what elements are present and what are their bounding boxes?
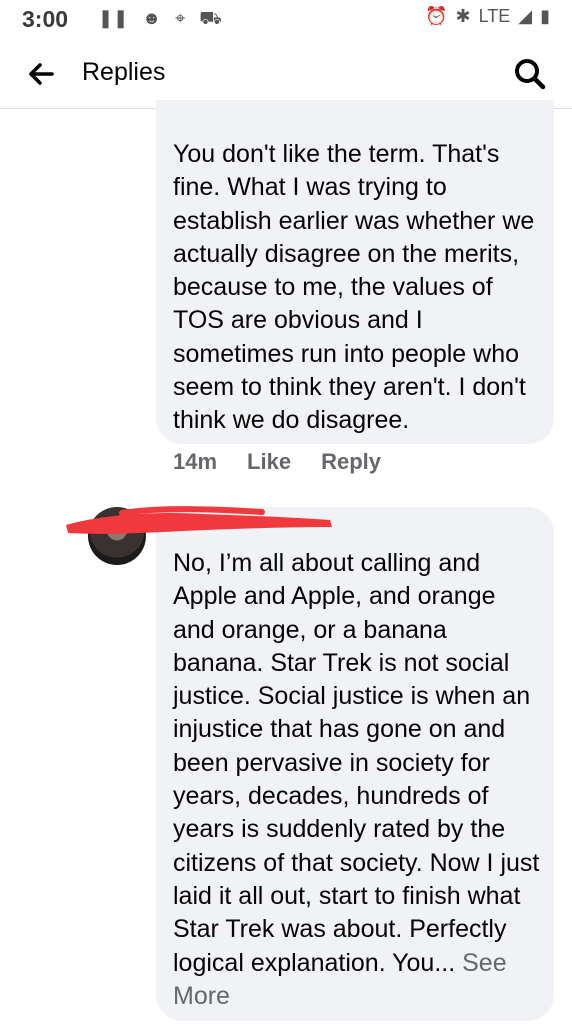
arrow-left-icon (29, 63, 54, 85)
redaction-mark (66, 506, 332, 534)
comment-actions: 14m Like Reply (173, 449, 381, 475)
app-bar: Replies (0, 40, 572, 109)
comment-bubble[interactable]: You don't like the term. That's fine. Wh… (156, 100, 554, 444)
cycling-icon: ⌖ (175, 8, 186, 28)
status-bar: 3:00 ❚❚ ☻ ⌖ ⛟ ⏰ ✱ LTE ◢ ▮ (0, 0, 572, 36)
comment-text: You don't like the term. That's fine. Wh… (173, 140, 535, 435)
car-icon: ⛟ (199, 8, 222, 28)
battery-icon: ▮ (540, 6, 550, 26)
comment-bubble[interactable]: No, I’m all about calling and Apple and … (156, 507, 554, 1021)
search-icon (515, 59, 546, 90)
status-time: 3:00 (22, 6, 69, 32)
waze-icon: ☻ (142, 8, 162, 28)
signal-icon: ◢ (518, 6, 533, 26)
reply-button[interactable]: Reply (321, 449, 381, 475)
network-label: LTE (478, 6, 511, 26)
alarm-icon: ⏰ (425, 6, 448, 26)
like-button[interactable]: Like (247, 449, 291, 475)
bluetooth-icon: ✱ (455, 6, 471, 26)
back-button[interactable] (22, 54, 62, 94)
page-title: Replies (82, 58, 166, 86)
comment-timestamp: 14m (173, 449, 218, 474)
comment-text: No, I’m all about calling and Apple and … (173, 549, 540, 977)
pause-icon: ❚❚ (98, 8, 129, 28)
search-button[interactable] (510, 54, 550, 94)
